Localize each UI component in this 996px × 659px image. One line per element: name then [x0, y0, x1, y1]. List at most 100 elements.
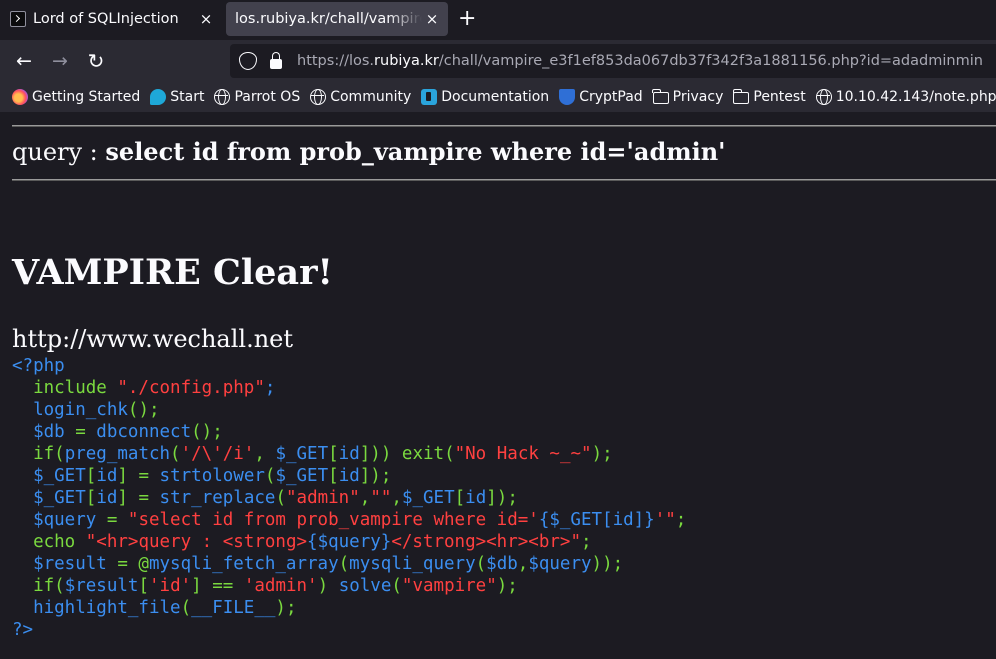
code-line: $query = "select id from prob_vampire wh…	[12, 509, 686, 531]
url-path: /chall/vampire_e3f1ef853da067db37f342f3a…	[438, 53, 983, 69]
code-token: "vampire"	[401, 576, 497, 596]
code-token: $query	[528, 554, 592, 574]
code-token: )	[317, 576, 339, 596]
close-tab-icon[interactable]: ×	[422, 10, 442, 28]
code-token: highlight_file	[12, 598, 181, 618]
code-token: = @	[117, 554, 149, 574]
code-token: '/\'/i'	[180, 444, 255, 464]
code-token: if(	[12, 576, 65, 596]
code-token: $_GET	[12, 466, 86, 486]
code-token: preg_match	[64, 444, 171, 464]
code-token: echo	[12, 532, 86, 552]
code-token: $query	[12, 510, 107, 530]
code-token: [	[454, 488, 466, 508]
folder-icon	[652, 89, 669, 104]
shield-icon	[559, 89, 576, 105]
tab-vampire-active[interactable]: los.rubiya.kr/chall/vampire_e ×	[226, 2, 448, 36]
code-token: [	[85, 466, 97, 486]
code-token: ;	[675, 510, 687, 530]
code-token: id	[338, 444, 360, 464]
tab-title: Lord of SQLInjection	[33, 11, 179, 27]
bookmark-label: Pentest	[753, 89, 806, 105]
code-token: if(	[12, 444, 65, 464]
code-token: );	[591, 444, 613, 464]
code-token: "No Hack ~_~"	[454, 444, 592, 464]
bookmark-folder-privacy[interactable]: Privacy	[652, 89, 724, 105]
code-token: (	[170, 444, 181, 464]
bookmark-note-php[interactable]: 10.10.42.143/note.php...	[815, 89, 996, 105]
code-token: __FILE__	[191, 598, 276, 618]
lock-icon[interactable]	[270, 52, 282, 69]
code-token: mysqli_query	[349, 554, 476, 574]
code-token: ;	[580, 532, 592, 552]
code-token: login_chk	[12, 400, 128, 420]
firefox-icon	[12, 89, 28, 105]
code-token: $_GET	[275, 444, 329, 464]
code-token: (	[338, 554, 350, 574]
code-token: (	[275, 488, 286, 508]
php-source-code: <?php include "./config.php"; login_chk(…	[12, 355, 686, 641]
bookmark-folder-pentest[interactable]: Pentest	[732, 89, 806, 105]
bookmark-documentation[interactable]: Documentation	[421, 89, 549, 105]
code-token: =	[75, 422, 97, 442]
query-value: select id from prob_vampire where id='ad…	[105, 137, 726, 166]
bookmark-label: CryptPad	[579, 89, 643, 105]
code-token: (	[264, 466, 276, 486]
tab-strip: Lord of SQLInjection × los.rubiya.kr/cha…	[0, 0, 996, 40]
close-tab-icon[interactable]: ×	[196, 10, 216, 28]
url-bar[interactable]: https://los.rubiya.kr/chall/vampire_e3f1…	[230, 44, 996, 78]
code-token: id	[338, 466, 360, 486]
code-token: ,	[254, 444, 276, 464]
code-token: ,	[391, 488, 402, 508]
code-token: ;	[264, 378, 276, 398]
code-token: exit	[401, 444, 445, 464]
terminal-icon	[10, 11, 26, 27]
code-token: =	[106, 510, 128, 530]
bookmark-parrot-os[interactable]: Parrot OS	[214, 89, 300, 105]
bookmark-label: 10.10.42.143/note.php...	[835, 89, 996, 105]
code-token: ();	[127, 400, 160, 420]
code-token: ));	[591, 554, 624, 574]
reload-button[interactable]: ↻	[84, 49, 108, 73]
code-line: if($result['id'] == 'admin') solve("vamp…	[12, 575, 686, 597]
bookmark-community[interactable]: Community	[310, 89, 411, 105]
code-line: $_GET[id] = str_replace("admin","",$_GET…	[12, 487, 686, 509]
code-token: ] ==	[191, 576, 244, 596]
code-token: (	[391, 576, 402, 596]
code-token: </strong><hr><br>"	[391, 532, 581, 552]
bookmark-label: Privacy	[672, 89, 724, 105]
tab-title: los.rubiya.kr/chall/vampire_e	[235, 11, 422, 27]
code-token: ]);	[486, 488, 518, 508]
forward-button[interactable]: →	[48, 49, 72, 73]
code-token: ]))	[359, 444, 402, 464]
new-tab-button[interactable]: +	[458, 7, 476, 31]
tab-lord-of-sqlinjection[interactable]: Lord of SQLInjection ×	[4, 2, 222, 36]
divider	[12, 125, 996, 127]
code-token: $_GET	[12, 488, 86, 508]
code-token: id	[96, 488, 118, 508]
back-button[interactable]: ←	[12, 49, 36, 73]
code-token: ] =	[117, 488, 160, 508]
code-token: {$query}	[307, 532, 392, 552]
code-line: highlight_file(__FILE__);	[12, 597, 686, 619]
code-token: id	[465, 488, 487, 508]
code-token: $db	[12, 422, 76, 442]
query-label: query :	[12, 138, 106, 166]
bookmark-cryptpad[interactable]: CryptPad	[559, 89, 643, 105]
url-text[interactable]: https://los.rubiya.kr/chall/vampire_e3f1…	[297, 53, 983, 69]
bookmark-label: Documentation	[441, 89, 550, 105]
code-token: ();	[191, 422, 223, 442]
page-content: query : select id from prob_vampire wher…	[0, 112, 996, 659]
globe-icon	[214, 89, 231, 105]
code-token: (	[444, 444, 455, 464]
bookmark-start[interactable]: Start	[150, 89, 204, 105]
code-line: $_GET[id] = strtolower($_GET[id]);	[12, 465, 686, 487]
code-token: (	[180, 598, 192, 618]
bookmark-getting-started[interactable]: Getting Started	[12, 89, 140, 105]
code-line: $result = @mysqli_fetch_array(mysqli_que…	[12, 553, 686, 575]
code-token: {$_GET[id]}	[538, 510, 655, 530]
code-token: ,	[517, 554, 529, 574]
code-token: ]);	[359, 466, 392, 486]
site-info-icon[interactable]	[239, 52, 257, 70]
code-token: ?>	[12, 620, 34, 640]
